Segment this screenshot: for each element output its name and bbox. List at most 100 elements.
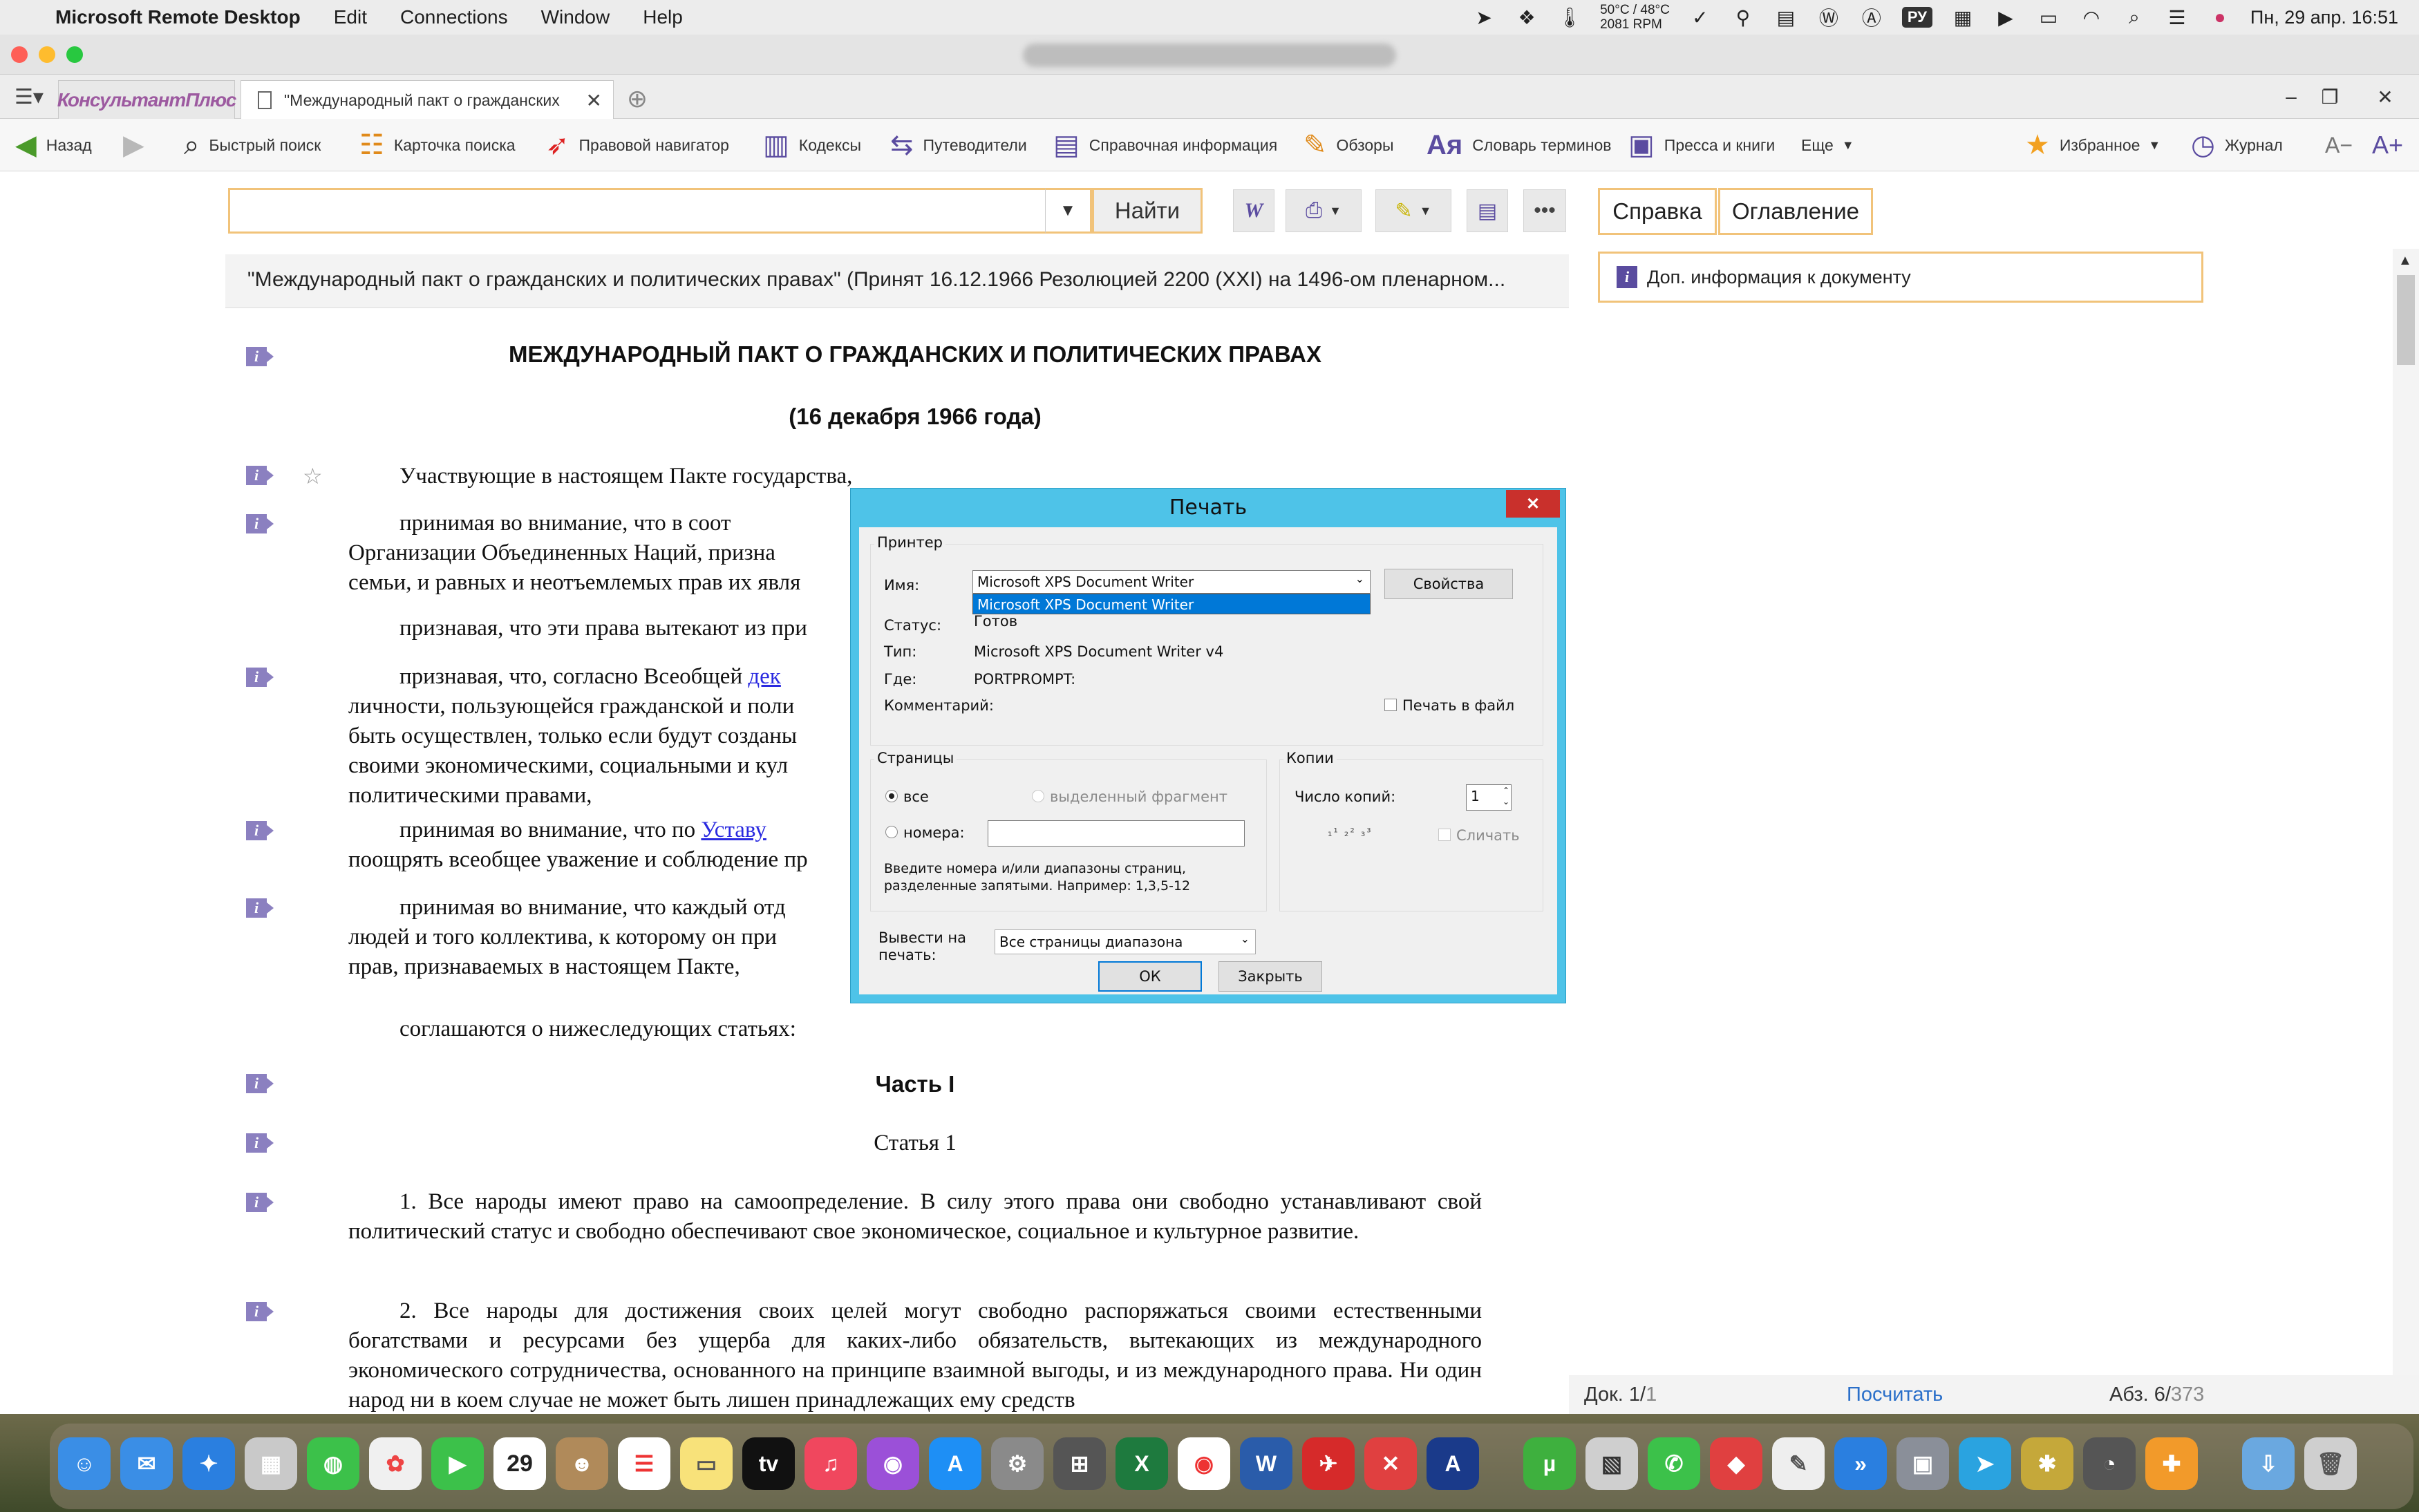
paragraph-info-icon[interactable]: i: [246, 347, 274, 368]
apple-tv-icon[interactable]: tv: [742, 1437, 795, 1490]
contacts-icon[interactable]: ☻: [556, 1437, 608, 1490]
paragraph-info-icon[interactable]: i: [246, 668, 274, 688]
safari-icon[interactable]: ✦: [182, 1437, 235, 1490]
hamburger-menu-icon[interactable]: ☰▾: [7, 83, 51, 111]
paragraph-info-icon[interactable]: i: [246, 1193, 274, 1213]
printer-name-select[interactable]: Microsoft XPS Document Writer ⌄: [972, 570, 1371, 594]
launchpad-icon[interactable]: ▦: [245, 1437, 297, 1490]
scrollbar-thumb[interactable]: [2397, 275, 2415, 365]
music-icon[interactable]: ♫: [804, 1437, 857, 1490]
textedit-icon[interactable]: ✎: [1772, 1437, 1825, 1490]
reference-info-button[interactable]: ▤ Справочная информация: [1053, 127, 1277, 163]
memory-icon[interactable]: ▦: [1950, 6, 1975, 28]
search-input[interactable]: [228, 188, 1055, 234]
dropbox-icon[interactable]: ❖: [1514, 6, 1539, 28]
menu-help[interactable]: Help: [643, 6, 683, 28]
journal-button[interactable]: ◷ Журнал: [2191, 127, 2283, 163]
facetime-icon[interactable]: ▶: [431, 1437, 484, 1490]
control-center-icon[interactable]: ☰: [2165, 6, 2190, 28]
close-tab-icon[interactable]: ✕: [586, 89, 602, 112]
sensor-readout[interactable]: 50°C / 48°C 2081 RPM: [1600, 3, 1670, 32]
forward-button[interactable]: ▶: [123, 127, 154, 163]
pages-all-radio[interactable]: [885, 790, 898, 802]
colorsync-icon[interactable]: ✱: [2021, 1437, 2073, 1490]
more-options-icon[interactable]: •••: [1523, 189, 1566, 232]
messages-icon[interactable]: ◍: [307, 1437, 359, 1490]
battery-icon[interactable]: ▭: [2036, 6, 2061, 28]
codes-button[interactable]: ▥ Кодексы: [763, 127, 861, 163]
print-to-file-checkbox[interactable]: [1384, 699, 1397, 711]
paragraph-info-icon[interactable]: i: [246, 898, 274, 919]
inbox-icon[interactable]: ▤: [1773, 6, 1798, 28]
reminders-icon[interactable]: ☰: [618, 1437, 670, 1490]
menu-edit[interactable]: Edit: [334, 6, 367, 28]
paragraph-info-icon[interactable]: i: [246, 466, 274, 486]
dictionary-button[interactable]: Aя Словарь терминов: [1427, 127, 1611, 163]
search-card-button[interactable]: ☷ Карточка поиска: [359, 127, 516, 163]
network-icon[interactable]: ▣: [1896, 1437, 1949, 1490]
calculator-icon[interactable]: ⊞: [1053, 1437, 1106, 1490]
photos-icon[interactable]: ✿: [369, 1437, 422, 1490]
charter-link[interactable]: Уставу: [701, 818, 766, 842]
paragraph-info-icon[interactable]: i: [246, 821, 274, 842]
tools-icon[interactable]: ✚: [2145, 1437, 2198, 1490]
a-circle-icon[interactable]: Ⓐ: [1859, 6, 1884, 29]
font-increase-button[interactable]: A+: [2372, 127, 2403, 163]
new-tab-icon[interactable]: ⊕: [621, 84, 654, 113]
siri-icon[interactable]: ●: [2208, 6, 2232, 28]
remote-desktop-icon[interactable]: »: [1834, 1437, 1887, 1490]
trash-icon[interactable]: 🗑: [2304, 1437, 2357, 1490]
properties-button[interactable]: Свойства: [1384, 569, 1513, 599]
arc-icon[interactable]: A: [1427, 1437, 1479, 1490]
system-settings-icon[interactable]: ⚙: [991, 1437, 1044, 1490]
paragraph-info-icon[interactable]: i: [246, 514, 274, 535]
count-link[interactable]: Посчитать: [1847, 1383, 1943, 1406]
downloads-folder-icon[interactable]: ⇩: [2242, 1437, 2295, 1490]
wifi-icon[interactable]: ◠: [2079, 6, 2104, 28]
navigation-icon[interactable]: ➤: [1471, 6, 1496, 28]
paragraph-info-icon[interactable]: i: [246, 1133, 274, 1154]
quick-search-button[interactable]: ⌕ Быстрый поиск: [184, 127, 321, 163]
font-decrease-button[interactable]: A−: [2325, 127, 2353, 163]
anydesk-icon[interactable]: ✕: [1364, 1437, 1417, 1490]
comment-icon[interactable]: ▤: [1467, 189, 1508, 232]
podcasts-icon[interactable]: ◉: [867, 1437, 919, 1490]
spotlight-search-icon[interactable]: ⌕: [2122, 6, 2147, 28]
finder-icon[interactable]: ☺: [58, 1437, 111, 1490]
favorites-button[interactable]: ★ Избранное ▼: [2025, 127, 2161, 163]
input-language[interactable]: РУ: [1901, 7, 1932, 28]
more-dropdown[interactable]: Еще ▼: [1801, 127, 1854, 163]
close-window-button[interactable]: [11, 46, 28, 63]
menu-connections[interactable]: Connections: [400, 6, 508, 28]
menubar-clock[interactable]: Пн, 29 апр. 16:51: [2250, 7, 2398, 28]
minimize-icon[interactable]: –: [2274, 82, 2308, 112]
vertical-scrollbar[interactable]: ▲ ▼: [2393, 249, 2419, 1417]
legal-navigator-button[interactable]: ➶ Правовой навигатор: [546, 127, 729, 163]
back-button[interactable]: ◀ Назад: [15, 127, 92, 163]
export-word-icon[interactable]: W: [1233, 189, 1274, 232]
additional-info-link[interactable]: i Доп. информация к документу: [1598, 252, 2203, 303]
tab-document[interactable]: "Международный пакт о гражданских и п ✕: [241, 80, 614, 120]
close-icon[interactable]: ✕: [2368, 82, 2402, 112]
printer-option-selected[interactable]: Microsoft XPS Document Writer: [972, 594, 1371, 614]
pages-numbers-radio[interactable]: [885, 826, 898, 838]
restore-icon[interactable]: ❐: [2313, 82, 2347, 112]
word-icon[interactable]: W: [1240, 1437, 1292, 1490]
check-circle-icon[interactable]: ✓: [1688, 6, 1713, 28]
ok-button[interactable]: ОК: [1098, 961, 1202, 992]
output-select[interactable]: Все страницы диапазона ⌄: [995, 929, 1256, 954]
guides-button[interactable]: ⇆ Путеводители: [890, 127, 1027, 163]
play-icon[interactable]: ▶: [1993, 6, 2018, 28]
tab-contents[interactable]: Оглавление: [1718, 188, 1873, 235]
pin-icon[interactable]: ⚲: [1731, 6, 1756, 28]
bookmark-star-icon[interactable]: ☆: [303, 463, 323, 489]
tab-help[interactable]: Справка: [1598, 188, 1717, 235]
press-books-button[interactable]: ▣ Пресса и книги: [1628, 127, 1775, 163]
mail-icon[interactable]: ✉: [120, 1437, 173, 1490]
wordpress-icon[interactable]: Ⓦ: [1816, 6, 1841, 29]
pages-selection-radio[interactable]: [1032, 790, 1044, 802]
pdf-icon[interactable]: ✈: [1302, 1437, 1355, 1490]
declaration-link[interactable]: дек: [748, 664, 780, 689]
close-button[interactable]: Закрыть: [1218, 961, 1322, 992]
search-history-dropdown[interactable]: ▼: [1045, 188, 1092, 234]
